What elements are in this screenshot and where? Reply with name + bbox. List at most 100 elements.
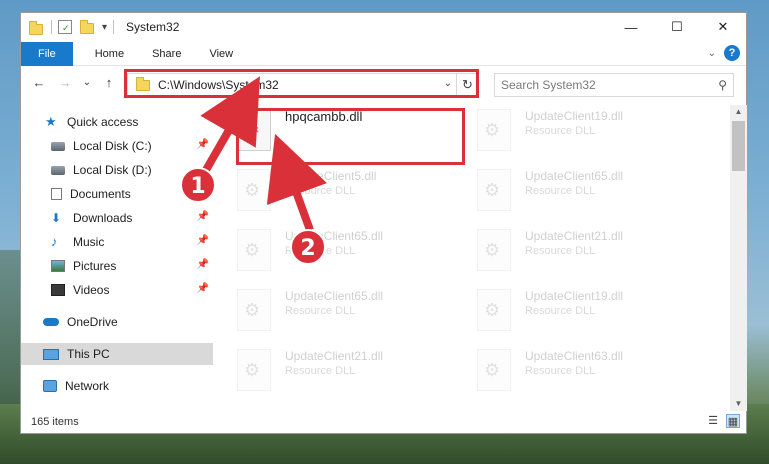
video-icon [51,284,65,296]
file-item[interactable]: ⚙ UpdateClient21.dll Resource DLL [221,345,441,397]
disk-icon [51,141,65,151]
sidebar-item-this-pc[interactable]: This PC [21,343,213,365]
file-item[interactable]: ⚙ UpdateClient65.dll Resource DLL [221,285,441,337]
cloud-icon [43,318,59,326]
file-type: Resource DLL [285,365,356,377]
sidebar-item-downloads[interactable]: ⬇ Downloads 📌 [21,207,213,229]
dll-file-icon: ⚙ [477,229,511,271]
up-button[interactable]: ↑ [101,75,117,91]
file-item[interactable]: ⚙ UpdateClient19.dll Resource DLL [461,105,681,157]
scroll-up-icon[interactable]: ▲ [730,105,747,119]
details-view-icon[interactable]: ☰ [706,414,720,428]
sidebar-item-label: Pictures [73,259,117,273]
dll-file-icon: ⚙ [237,169,271,211]
status-bar: 165 items ☰ ▦ [21,411,746,433]
pin-icon[interactable]: 📌 [197,139,209,150]
divider [113,20,115,34]
download-icon: ⬇ [51,211,62,225]
file-name: UpdateClient21.dll [525,229,624,243]
window-title: System32 [126,20,180,34]
file-highlight [236,108,465,165]
folder-icon [29,20,45,37]
sidebar-item-label: Videos [73,283,110,297]
file-name: UpdateClient21.dll [285,349,384,363]
file-name: UpdateClient19.dll [525,109,624,123]
scroll-down-icon[interactable]: ▼ [730,397,747,411]
dll-file-icon: ⚙ [237,349,271,391]
file-name: UpdateClient65.dll [525,169,624,183]
sidebar-item-local-disk-c[interactable]: Local Disk (C:) 📌 [21,135,213,157]
sidebar-item-label: Local Disk (C:) [73,139,152,153]
quick-access-customize-icon[interactable]: ▾ [102,22,107,33]
sidebar-item-quick-access[interactable]: ★ Quick access [21,111,213,133]
recent-locations-button[interactable]: ⌄ [79,75,95,91]
file-type: Resource DLL [525,365,596,377]
file-type: Resource DLL [525,305,596,317]
file-item[interactable]: ⚙ UpdateClient21.dll Resource DLL [461,225,681,277]
sidebar-item-label: Local Disk (D:) [73,163,152,177]
sidebar-item-label: Music [73,235,105,249]
file-type: Resource DLL [525,125,596,137]
search-box[interactable]: Search System32 ⚲ [494,73,734,97]
sidebar-item-videos[interactable]: Videos 📌 [21,279,213,301]
sidebar-item-label: OneDrive [67,315,118,329]
file-name: UpdateClient63.dll [525,349,624,363]
help-icon[interactable]: ? [724,45,740,61]
dll-file-icon: ⚙ [477,349,511,391]
tab-share[interactable]: Share [138,42,195,66]
pin-icon[interactable]: 📌 [197,259,209,270]
file-item[interactable]: ⚙ UpdateClient65.dll Resource DLL [461,165,681,217]
search-icon: ⚲ [718,78,727,92]
item-count: 165 items [31,416,79,428]
sidebar-item-label: Network [65,379,110,393]
file-item[interactable]: ⚙ UpdateClient65.dll Resource DLL [221,225,441,277]
sidebar-item-music[interactable]: ♪ Music 📌 [21,231,213,253]
pin-icon[interactable]: 📌 [197,283,209,294]
network-icon [43,380,57,392]
large-icons-view-icon[interactable]: ▦ [726,414,740,428]
document-icon [51,188,62,200]
minimize-button[interactable]: — [608,13,654,41]
sidebar-item-onedrive[interactable]: OneDrive [21,311,213,333]
chevron-down-icon[interactable]: ⌄ [708,48,716,59]
file-type: Resource DLL [525,245,596,257]
callout-1: 1 [180,167,216,203]
music-icon: ♪ [51,234,58,249]
dll-file-icon: ⚙ [477,109,511,151]
file-name: UpdateClient65.dll [285,289,384,303]
computer-icon [43,348,59,360]
sidebar-item-network[interactable]: Network [21,375,213,397]
scrollbar-thumb[interactable] [732,121,745,171]
file-type: Resource DLL [285,185,356,197]
sidebar-item-label: This PC [67,347,110,361]
close-button[interactable]: ✕ [700,13,746,41]
title-bar: ✓ ▾ System32 — ☐ ✕ [21,13,746,41]
tab-view[interactable]: View [195,42,247,66]
view-switcher: ☰ ▦ [706,414,740,428]
back-button[interactable]: ← [31,75,47,91]
properties-icon[interactable]: ✓ [58,20,72,34]
maximize-button[interactable]: ☐ [654,13,700,41]
pin-icon[interactable]: 📌 [197,211,209,222]
divider [51,20,52,34]
file-item[interactable]: ⚙ UpdateClient19.dll Resource DLL [461,285,681,337]
pin-icon[interactable]: 📌 [197,235,209,246]
file-name: UpdateClient5.dll [285,169,377,183]
search-input[interactable]: Search System32 [501,78,596,92]
file-name: UpdateClient19.dll [525,289,624,303]
picture-icon [51,260,65,272]
tab-file[interactable]: File [21,41,73,66]
sidebar-item-pictures[interactable]: Pictures 📌 [21,255,213,277]
forward-button[interactable]: → [57,75,73,91]
file-item[interactable]: ⚙ UpdateClient5.dll Resource DLL [221,165,441,217]
star-icon: ★ [45,114,57,129]
file-item[interactable]: ⚙ UpdateClient63.dll Resource DLL [461,345,681,397]
new-folder-icon[interactable] [80,20,94,34]
tab-home[interactable]: Home [81,42,138,66]
navigation-pane: ★ Quick access Local Disk (C:) 📌 Local D… [21,105,213,409]
ribbon-tabs: File Home Share View ⌄ ? [21,41,746,66]
ribbon-controls: ⌄ ? [708,45,740,61]
vertical-scrollbar[interactable]: ▲ ▼ [730,105,747,411]
disk-icon [51,165,65,175]
callout-2: 2 [290,229,326,265]
